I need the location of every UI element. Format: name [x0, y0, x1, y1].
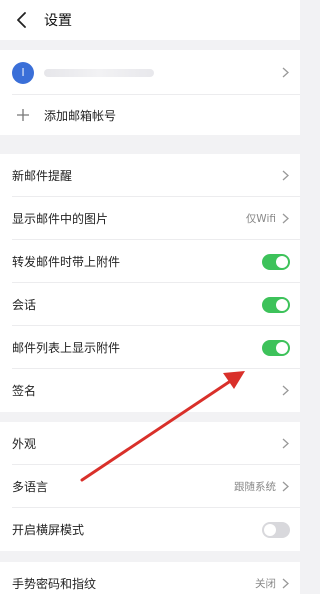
list-attachments-toggle[interactable]	[262, 339, 290, 356]
language-value: 跟随系统	[234, 481, 276, 493]
chevron-right-icon	[280, 438, 290, 450]
account-section: l 添加邮箱帐号	[0, 50, 300, 135]
security-settings-group: 手势密码和指纹 关闭	[0, 562, 300, 594]
chevron-right-icon	[280, 170, 290, 182]
chevron-right-icon	[280, 578, 290, 590]
page-title: 设置	[44, 13, 72, 29]
blurred-email	[44, 68, 154, 77]
display-settings-group: 外观 多语言 跟随系统 开启横屏模式	[0, 422, 300, 551]
conversation-toggle[interactable]	[262, 296, 290, 313]
forward-attachments-toggle[interactable]	[262, 253, 290, 270]
account-row[interactable]: l	[0, 50, 300, 95]
settings-screen: 设置 l 添加邮箱帐号 新邮件提醒 显示邮件中的图片 仅Wifi 转发邮件时带上…	[0, 0, 300, 594]
landscape-toggle[interactable]	[262, 521, 290, 538]
avatar: l	[12, 61, 34, 84]
gesture-password-label: 手势密码和指纹	[12, 577, 97, 591]
signature-label: 签名	[12, 384, 37, 398]
appearance-row[interactable]: 外观	[0, 422, 300, 465]
conversation-row: 会话	[0, 283, 300, 326]
plus-icon	[12, 104, 34, 126]
list-attachments-label: 邮件列表上显示附件	[12, 341, 121, 355]
chevron-right-icon	[280, 481, 290, 493]
chevron-right-icon	[280, 385, 290, 397]
show-images-value: 仅Wifi	[245, 213, 276, 225]
gesture-password-row[interactable]: 手势密码和指纹 关闭	[0, 562, 300, 594]
back-button[interactable]	[12, 10, 32, 30]
show-images-label: 显示邮件中的图片	[12, 212, 109, 226]
forward-attachments-row: 转发邮件时带上附件	[0, 240, 300, 283]
conversation-label: 会话	[12, 298, 37, 312]
add-account-row[interactable]: 添加邮箱帐号	[0, 95, 300, 135]
signature-row[interactable]: 签名	[0, 369, 300, 412]
chevron-right-icon	[280, 213, 290, 225]
show-images-row[interactable]: 显示邮件中的图片 仅Wifi	[0, 197, 300, 240]
language-label: 多语言	[12, 480, 49, 494]
header-bar: 设置	[0, 0, 300, 40]
gesture-password-value: 关闭	[255, 578, 276, 590]
landscape-row: 开启横屏模式	[0, 508, 300, 551]
list-attachments-row: 邮件列表上显示附件	[0, 326, 300, 369]
chevron-left-icon	[17, 12, 26, 28]
avatar-letter: l	[21, 66, 25, 79]
mail-settings-group: 新邮件提醒 显示邮件中的图片 仅Wifi 转发邮件时带上附件 会话 邮件列表上显…	[0, 154, 300, 412]
landscape-label: 开启横屏模式	[12, 523, 85, 537]
language-row[interactable]: 多语言 跟随系统	[0, 465, 300, 508]
add-account-label: 添加邮箱帐号	[44, 108, 117, 123]
forward-attachments-label: 转发邮件时带上附件	[12, 255, 121, 269]
new-mail-alert-row[interactable]: 新邮件提醒	[0, 154, 300, 197]
chevron-right-icon	[280, 67, 290, 79]
new-mail-alert-label: 新邮件提醒	[12, 169, 73, 183]
appearance-label: 外观	[12, 437, 37, 451]
